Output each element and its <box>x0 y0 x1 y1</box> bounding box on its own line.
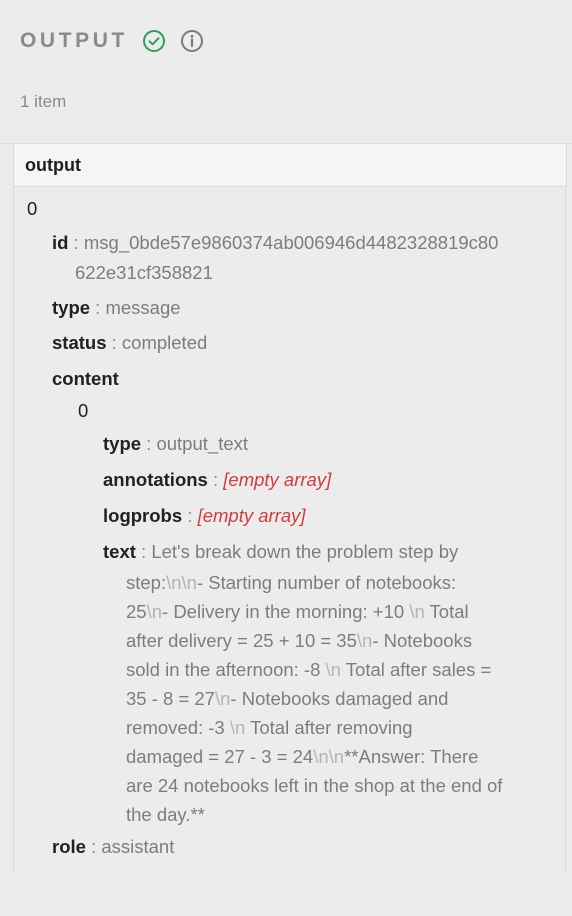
field-key: id <box>52 232 69 253</box>
table-border-right <box>565 186 566 873</box>
field-value: output_text <box>156 433 249 454</box>
info-icon[interactable] <box>180 29 204 53</box>
text-line: the day.** <box>126 804 205 825</box>
field-id-continued: 622e31cf358821 <box>75 258 213 289</box>
column-header-label: output <box>25 155 81 175</box>
field-type: type : message <box>52 297 181 318</box>
output-table: output 0 id : msg_0bde57e9860374ab006946… <box>0 143 572 874</box>
item-count: 1 item <box>20 92 67 111</box>
field-value: message <box>105 297 181 318</box>
field-content[interactable]: content <box>52 364 119 395</box>
content-index-0[interactable]: 0 <box>78 400 88 422</box>
column-header-output[interactable]: output <box>13 144 567 187</box>
panel-header: OUTPUT <box>20 26 204 56</box>
newline-escape: \n <box>325 659 341 680</box>
text-line: removed: -3 \n Total after removing <box>126 717 413 738</box>
newline-escape: \n <box>166 572 182 593</box>
text-line: 25\n- Delivery in the morning: +10 \n To… <box>126 601 469 622</box>
text-line: Let's break down the problem step by <box>151 541 459 562</box>
panel-footer <box>0 872 572 916</box>
field-value: assistant <box>101 836 175 857</box>
empty-array-value: [empty array] <box>197 505 306 526</box>
field-key: role <box>52 836 86 857</box>
field-value: completed <box>121 332 208 353</box>
field-key: text <box>103 541 136 562</box>
empty-array-value: [empty array] <box>223 469 332 490</box>
text-value-wrapped: step:\n\n- Starting number of notebooks:… <box>126 568 556 829</box>
array-index-0[interactable]: 0 <box>27 198 37 220</box>
field-text: text : Let's break down the problem step… <box>103 541 459 562</box>
field-annotations: annotations : [empty array] <box>103 469 332 490</box>
field-logprobs: logprobs : [empty array] <box>103 505 306 526</box>
field-key: logprobs <box>103 505 183 526</box>
text-line: after delivery = 25 + 10 = 35\n- Noteboo… <box>126 630 473 651</box>
field-key: content <box>52 368 119 389</box>
newline-escape: \n <box>356 630 373 651</box>
text-line: are 24 notebooks left in the shop at the… <box>126 775 503 796</box>
field-content-type: type : output_text <box>103 433 249 454</box>
newline-escape: \n <box>181 572 197 593</box>
text-line: 35 - 8 = 27\n- Notebooks damaged and <box>126 688 449 709</box>
text-line: damaged = 27 - 3 = 24\n\n**Answer: There <box>126 746 479 767</box>
field-key: type <box>52 297 91 318</box>
newline-escape: \n <box>328 746 345 767</box>
panel-title: OUTPUT <box>20 29 128 52</box>
text-line: sold in the afternoon: -8 \n Total after… <box>126 659 492 680</box>
field-value: msg_0bde57e9860374ab006946d4482328819c80 <box>83 232 499 253</box>
field-role: role : assistant <box>52 836 175 857</box>
newline-escape: \n <box>214 688 231 709</box>
field-key: type <box>103 433 142 454</box>
newline-escape: \n <box>313 746 329 767</box>
newline-escape: \n <box>229 717 246 738</box>
field-value: 622e31cf358821 <box>75 262 213 283</box>
text-line: step:\n\n- Starting number of notebooks: <box>126 572 457 593</box>
field-key: annotations <box>103 469 208 490</box>
newline-escape: \n <box>146 601 163 622</box>
field-id: id : msg_0bde57e9860374ab006946d44823288… <box>52 232 499 253</box>
table-border-left <box>13 186 14 873</box>
check-circle-icon <box>142 29 166 53</box>
newline-escape: \n <box>409 601 425 622</box>
field-status: status : completed <box>52 332 208 353</box>
field-key: status <box>52 332 107 353</box>
